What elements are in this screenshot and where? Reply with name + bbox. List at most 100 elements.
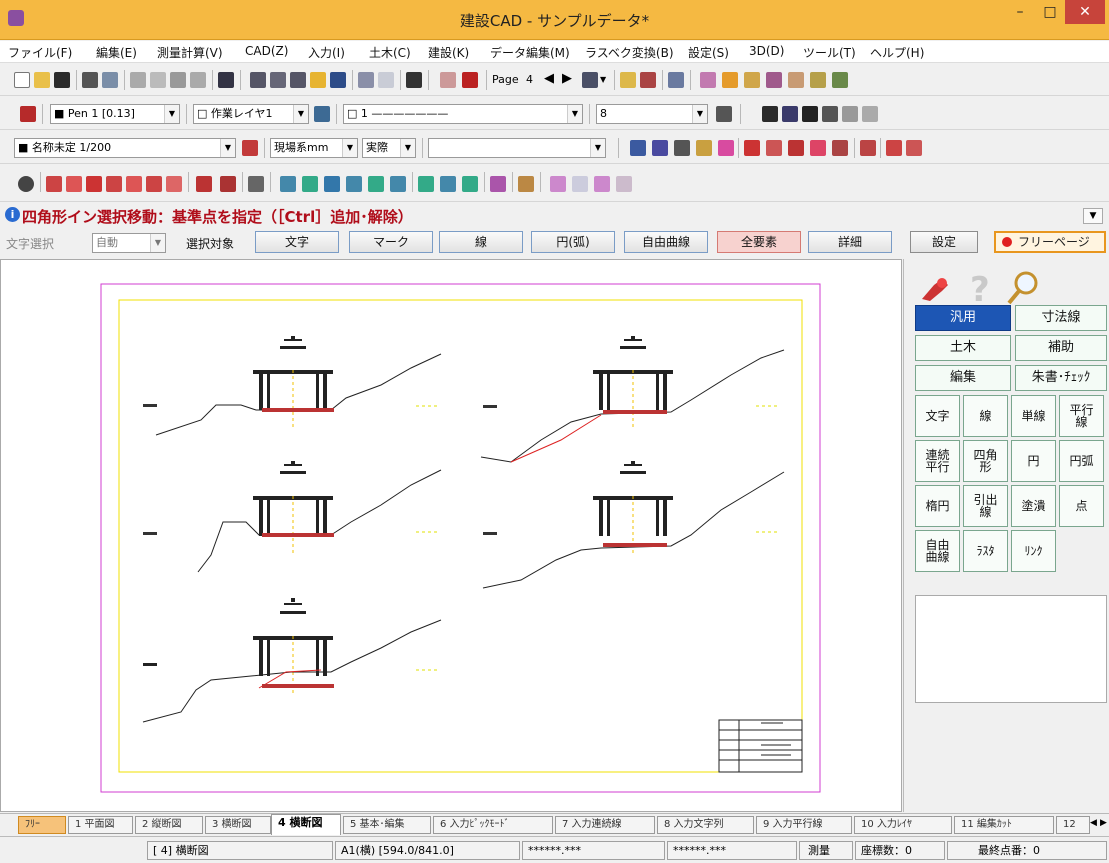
menu-3d[interactable]: 3D(D) — [749, 44, 784, 58]
tool-raster[interactable]: ﾗｽﾀ — [963, 530, 1008, 572]
snap-o-icon[interactable] — [390, 176, 406, 192]
snap-v-icon[interactable] — [572, 176, 588, 192]
view-e-icon[interactable] — [718, 140, 734, 156]
help-icon[interactable]: ? — [960, 269, 998, 310]
tool-b-icon[interactable] — [722, 72, 738, 88]
eyedropper-icon[interactable] — [716, 106, 732, 122]
snap-j-icon[interactable] — [280, 176, 296, 192]
snap-s-icon[interactable] — [490, 176, 506, 192]
free-page-button[interactable]: フリーページ — [994, 231, 1106, 253]
snap-t-icon[interactable] — [518, 176, 534, 192]
menu-survey[interactable]: 測量計算(V) — [157, 44, 223, 61]
tab-12[interactable]: 12 — [1056, 816, 1090, 834]
paste-icon[interactable] — [170, 72, 186, 88]
tool-continuous-parallel[interactable]: 連続 平行 — [915, 440, 960, 482]
mode-select[interactable]: 実際 ▼ — [362, 138, 416, 158]
print-icon[interactable] — [82, 72, 98, 88]
tool-g-icon[interactable] — [832, 72, 848, 88]
tool-line[interactable]: 線 — [963, 395, 1008, 437]
tab-basic-edit[interactable]: 5 基本･編集 — [343, 816, 431, 834]
cross-section-3[interactable] — [143, 461, 442, 573]
attribute-a-icon[interactable] — [762, 106, 778, 122]
maximize-button[interactable]: □ — [1035, 0, 1065, 24]
snap-c-icon[interactable] — [86, 176, 102, 192]
grid-icon[interactable] — [788, 140, 804, 156]
page-setup-icon[interactable] — [462, 72, 478, 88]
redo-icon[interactable] — [378, 72, 394, 88]
menu-file[interactable]: ファイル(F) — [8, 44, 72, 61]
cross-section-4[interactable] — [482, 461, 785, 589]
page-delete-icon[interactable] — [640, 72, 656, 88]
snap-f-icon[interactable] — [146, 176, 162, 192]
search-icon[interactable] — [1004, 269, 1042, 307]
view-b-icon[interactable] — [652, 140, 668, 156]
scale-icon[interactable] — [242, 140, 258, 156]
view-a-icon[interactable] — [630, 140, 646, 156]
tool-d-icon[interactable] — [766, 72, 782, 88]
page-list-icon[interactable] — [582, 72, 598, 88]
filter-curve-button[interactable]: 自由曲線 — [624, 231, 708, 253]
page-list-dropdown-icon[interactable]: ▼ — [600, 75, 606, 84]
open-folder-icon[interactable] — [34, 72, 50, 88]
category-dimension[interactable]: 寸法線 — [1015, 305, 1107, 331]
tool-leader-line[interactable]: 引出 線 — [963, 485, 1008, 527]
edit-page-icon[interactable] — [440, 72, 456, 88]
zoom-icon[interactable] — [250, 72, 266, 88]
cross-section-1[interactable] — [143, 336, 442, 436]
tab-input-parallel[interactable]: 9 入力平行線 — [756, 816, 852, 834]
drawing-canvas[interactable] — [0, 259, 902, 812]
cross-section-5[interactable] — [142, 598, 442, 723]
curve-icon[interactable] — [810, 140, 826, 156]
filter-detail-button[interactable]: 詳細 — [808, 231, 892, 253]
save-icon[interactable] — [54, 72, 70, 88]
tool-text[interactable]: 文字 — [915, 395, 960, 437]
cut-icon[interactable] — [130, 72, 146, 88]
redraw-icon[interactable] — [330, 72, 346, 88]
tool-c-icon[interactable] — [744, 72, 760, 88]
tab-cross-section-4[interactable]: 4 横断図 — [271, 814, 341, 835]
coord-system-select[interactable]: 現場系mm ▼ — [270, 138, 358, 158]
tab-longitudinal[interactable]: 2 縦断図 — [135, 816, 203, 834]
new-file-icon[interactable] — [14, 72, 30, 88]
snap-p-icon[interactable] — [418, 176, 434, 192]
pick-mode-icon[interactable] — [18, 176, 34, 192]
scale-select[interactable]: ■ 名称未定 1/200 ▼ — [14, 138, 236, 158]
snap-b-icon[interactable] — [66, 176, 82, 192]
prev-page-icon[interactable]: ◀ — [544, 71, 554, 86]
linewidth-select[interactable]: 8 ▼ — [596, 104, 708, 124]
layer-book-icon[interactable] — [20, 106, 36, 122]
category-civil[interactable]: 土木 — [915, 335, 1011, 361]
snap-n-icon[interactable] — [368, 176, 384, 192]
category-general[interactable]: 汎用 — [915, 305, 1011, 331]
view-d-icon[interactable] — [696, 140, 712, 156]
layer-settings-icon[interactable] — [314, 106, 330, 122]
view-k-icon[interactable] — [906, 140, 922, 156]
tool-arc[interactable]: 円弧 — [1059, 440, 1104, 482]
menu-raster-vector[interactable]: ラスベク変換(B) — [585, 44, 674, 61]
snap-l-icon[interactable] — [324, 176, 340, 192]
category-edit[interactable]: 編集 — [915, 365, 1011, 391]
view-j-icon[interactable] — [886, 140, 902, 156]
tool-point[interactable]: 点 — [1059, 485, 1104, 527]
snap-h-icon[interactable] — [196, 176, 212, 192]
menu-edit[interactable]: 編集(E) — [96, 44, 137, 61]
snap-r-icon[interactable] — [462, 176, 478, 192]
text-style-icon[interactable] — [842, 106, 858, 122]
snap-i-icon[interactable] — [220, 176, 236, 192]
view-f-icon[interactable] — [744, 140, 760, 156]
next-page-icon[interactable]: ▶ — [562, 71, 572, 86]
view-g-icon[interactable] — [766, 140, 782, 156]
tool-ellipse[interactable]: 楕円 — [915, 485, 960, 527]
menu-input[interactable]: 入力(I) — [308, 44, 345, 61]
prompt-dropdown-icon[interactable]: ▼ — [1083, 208, 1103, 224]
help-pointer-icon[interactable] — [218, 72, 234, 88]
zoom-all-icon[interactable] — [290, 72, 306, 88]
tool-single-line[interactable]: 単線 — [1011, 395, 1056, 437]
tab-input-layer[interactable]: 10 入力ﾚｲﾔ — [854, 816, 952, 834]
tab-edit-cut[interactable]: 11 編集ｶｯﾄ — [954, 816, 1054, 834]
tool-rectangle[interactable]: 四角 形 — [963, 440, 1008, 482]
menu-cad[interactable]: CAD(Z) — [245, 44, 288, 58]
undo-icon[interactable] — [358, 72, 374, 88]
tab-scroll-left-icon[interactable]: ◀ — [1090, 818, 1097, 828]
layer-select[interactable]: □ 作業レイヤ1 ▼ — [193, 104, 309, 124]
